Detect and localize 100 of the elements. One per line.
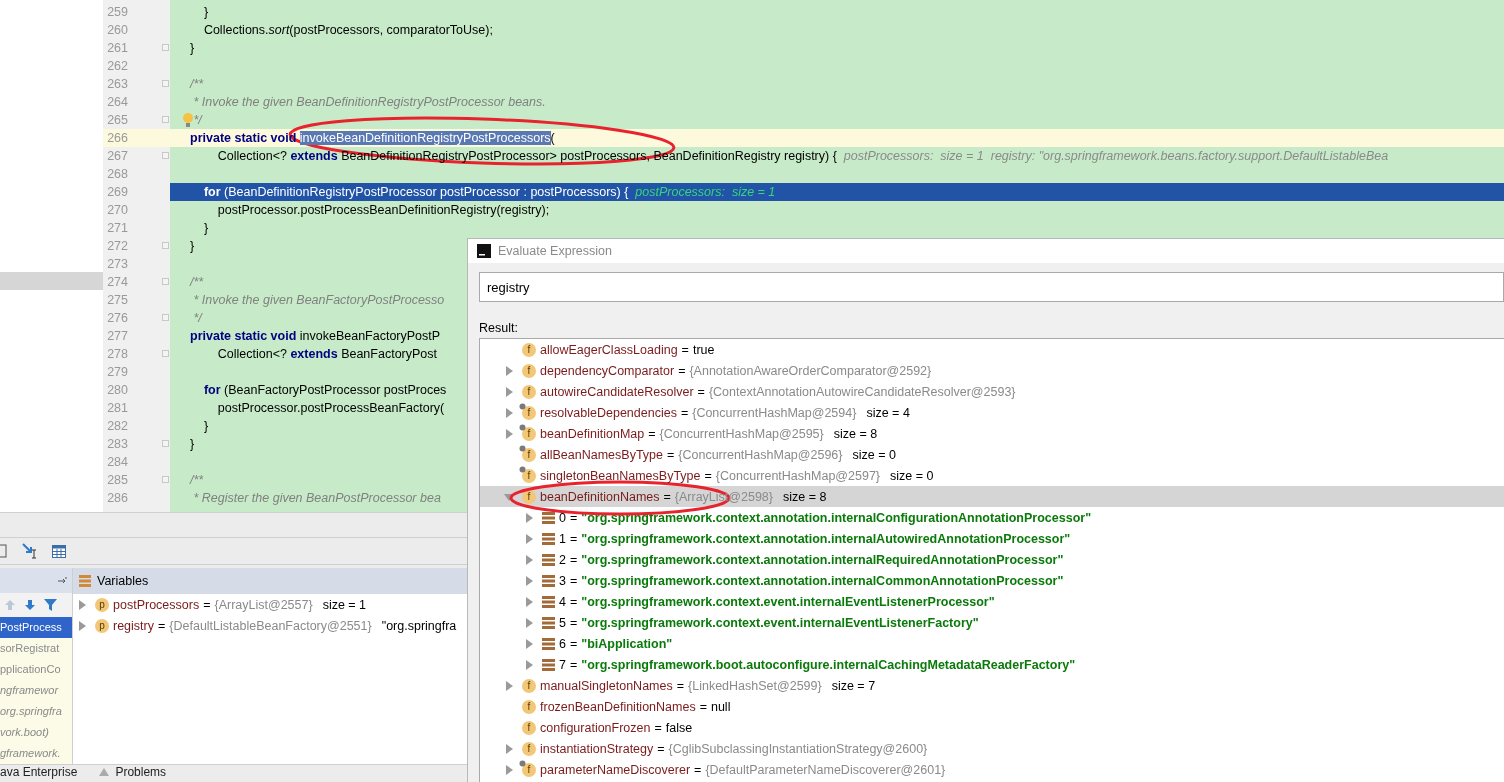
expand-arrow-icon[interactable] bbox=[77, 599, 87, 610]
stack-frame[interactable]: gframework. bbox=[0, 743, 72, 764]
tree-row[interactable]: 2 = "org.springframework.context.annotation.internalRequiredAnnotationProcessor" bbox=[480, 549, 1504, 570]
line-number: 270 bbox=[106, 203, 128, 217]
fold-marker-icon[interactable] bbox=[162, 350, 169, 357]
field-value: size = 0 bbox=[890, 468, 934, 483]
tree-row[interactable]: 0 = "org.springframework.context.annotation.internalConfigurationAnnotationProcessor" bbox=[480, 507, 1504, 528]
up-arrow-icon[interactable] bbox=[4, 598, 16, 611]
field-name: beanDefinitionMap bbox=[540, 426, 645, 441]
code-line: for (BeanDefinitionRegistryPostProcessor postProcessor : postProcessors) { postProcessors: size = 1 bbox=[202, 185, 776, 199]
tree-row[interactable]: 5 = "org.springframework.context.event.internalEventListenerFactory" bbox=[480, 612, 1504, 633]
expand-arrow-icon[interactable] bbox=[504, 365, 514, 376]
tree-row[interactable]: f autowireCandidateResolver = {ContextAnnotationAutowireCandidateResolver@2593} bbox=[480, 381, 1504, 402]
field-icon: f bbox=[522, 363, 536, 378]
equals-sign: = bbox=[569, 552, 578, 567]
pin-icon[interactable] bbox=[58, 576, 68, 585]
tree-row[interactable]: f allowEagerClassLoading = true bbox=[480, 339, 1504, 360]
tree-row[interactable]: f parameterNameDiscoverer = {DefaultParameterNameDiscoverer@2601} bbox=[480, 759, 1504, 780]
field-value: size = 0 bbox=[852, 447, 896, 462]
line-number: 263 bbox=[106, 77, 128, 91]
fold-marker-icon[interactable] bbox=[162, 116, 169, 123]
step-cursor-icon[interactable] bbox=[22, 543, 38, 559]
stack-frame[interactable]: ngframewor bbox=[0, 680, 72, 701]
field-name: 2 bbox=[559, 552, 566, 567]
field-name: 4 bbox=[559, 594, 566, 609]
fold-marker-icon[interactable] bbox=[162, 440, 169, 447]
equals-sign: = bbox=[657, 741, 665, 756]
tree-row[interactable]: f resolvableDependencies = {ConcurrentHashMap@2594} size = 4 bbox=[480, 402, 1504, 423]
expand-arrow-icon[interactable] bbox=[504, 428, 514, 439]
array-element-icon bbox=[542, 574, 555, 587]
warning-icon bbox=[99, 768, 110, 776]
stack-frame[interactable]: PostProcess bbox=[0, 617, 72, 638]
field-name: allBeanNamesByType bbox=[540, 447, 663, 462]
tree-row[interactable]: f dependencyComparator = {AnnotationAwareOrderComparator@2592} bbox=[480, 360, 1504, 381]
table-icon[interactable] bbox=[52, 544, 66, 558]
variable-row[interactable]: p registry = {DefaultListableBeanFactory@2551} "org.springfra bbox=[73, 615, 467, 636]
fold-marker-icon[interactable] bbox=[162, 80, 169, 87]
tree-row[interactable]: 6 = "biApplication" bbox=[480, 633, 1504, 654]
equals-sign: = bbox=[694, 762, 702, 777]
expand-arrow-icon[interactable] bbox=[504, 680, 514, 691]
tree-row[interactable]: f manualSingletonNames = {LinkedHashSet@2599} size = 7 bbox=[480, 675, 1504, 696]
tree-row[interactable]: f allBeanNamesByType = {ConcurrentHashMap@2596} size = 0 bbox=[480, 444, 1504, 465]
stack-frame[interactable]: vork.boot) bbox=[0, 722, 72, 743]
filter-icon[interactable] bbox=[44, 598, 57, 611]
equals-sign: = bbox=[569, 615, 578, 630]
variables-icon bbox=[79, 575, 91, 587]
lightbulb-icon[interactable] bbox=[182, 112, 194, 128]
field-name: allowEagerClassLoading bbox=[540, 342, 678, 357]
tree-row[interactable]: f frozenBeanDefinitionNames = null bbox=[480, 696, 1504, 717]
fold-marker-icon[interactable] bbox=[162, 476, 169, 483]
expand-arrow-icon[interactable] bbox=[524, 575, 534, 586]
line-number: 284 bbox=[106, 455, 128, 469]
expand-arrow-icon[interactable] bbox=[524, 596, 534, 607]
code-line: Collection<? extends BeanFactoryPost bbox=[216, 347, 437, 361]
tree-row[interactable]: f instantiationStrategy = {CglibSubclassingInstantiationStrategy@2600} bbox=[480, 738, 1504, 759]
expand-arrow-icon[interactable] bbox=[504, 764, 514, 775]
code-line: */ bbox=[192, 311, 202, 325]
toolbar-icon[interactable] bbox=[0, 544, 8, 558]
fold-marker-icon[interactable] bbox=[162, 278, 169, 285]
tree-row[interactable]: 1 = "org.springframework.context.annotation.internalAutowiredAnnotationProcessor" bbox=[480, 528, 1504, 549]
field-value: "biApplication" bbox=[581, 636, 673, 651]
expand-arrow-icon[interactable] bbox=[504, 386, 514, 397]
expand-arrow-icon[interactable] bbox=[77, 620, 87, 631]
parameter-icon: p bbox=[95, 597, 109, 612]
variable-row[interactable]: p postProcessors = {ArrayList@2557} size = 1 bbox=[73, 594, 467, 615]
collapse-arrow-icon[interactable] bbox=[504, 491, 514, 502]
tree-row[interactable]: 7 = "org.springframework.boot.autoconfigure.internalCachingMetadataReaderFactory" bbox=[480, 654, 1504, 675]
field-value: "org.springframework.context.event.internalEventListenerFactory" bbox=[581, 615, 979, 630]
line-number: 265 bbox=[106, 113, 128, 127]
expand-arrow-icon[interactable] bbox=[524, 533, 534, 544]
code-line: } bbox=[190, 239, 195, 253]
line-number: 262 bbox=[106, 59, 128, 73]
tool-window-tab[interactable]: ava Enterprise bbox=[0, 766, 78, 778]
field-name: beanDefinitionNames bbox=[540, 489, 660, 504]
fold-marker-icon[interactable] bbox=[162, 314, 169, 321]
equals-sign: = bbox=[704, 468, 712, 483]
expand-arrow-icon[interactable] bbox=[524, 659, 534, 670]
line-number: 279 bbox=[106, 365, 128, 379]
panel-title: Variables bbox=[97, 574, 149, 588]
object-reference: {LinkedHashSet@2599} bbox=[688, 678, 822, 693]
expand-arrow-icon[interactable] bbox=[524, 617, 534, 628]
equals-sign: = bbox=[648, 426, 656, 441]
fold-marker-icon[interactable] bbox=[162, 242, 169, 249]
expand-arrow-icon[interactable] bbox=[504, 407, 514, 418]
expression-field[interactable]: registry bbox=[479, 272, 1504, 302]
expand-arrow-icon[interactable] bbox=[524, 512, 534, 523]
tree-row[interactable]: f configurationFrozen = false bbox=[480, 717, 1504, 738]
down-arrow-icon[interactable] bbox=[24, 598, 36, 611]
code-line: /** bbox=[190, 473, 204, 487]
fold-marker-icon[interactable] bbox=[162, 44, 169, 51]
fold-marker-icon[interactable] bbox=[162, 152, 169, 159]
expand-arrow-icon[interactable] bbox=[504, 743, 514, 754]
equals-sign: = bbox=[654, 720, 662, 735]
tree-row[interactable]: f beanDefinitionMap = {ConcurrentHashMap@2595} size = 8 bbox=[480, 423, 1504, 444]
expand-arrow-icon[interactable] bbox=[524, 638, 534, 649]
expand-arrow-icon[interactable] bbox=[524, 554, 534, 565]
tool-window-tab[interactable]: Problems bbox=[99, 766, 167, 778]
tree-row[interactable]: 3 = "org.springframework.context.annotation.internalCommonAnnotationProcessor" bbox=[480, 570, 1504, 591]
tree-row[interactable]: 4 = "org.springframework.context.event.internalEventListenerProcessor" bbox=[480, 591, 1504, 612]
tree-row[interactable]: f singletonBeanNamesByType = {ConcurrentHashMap@2597} size = 0 bbox=[480, 465, 1504, 486]
